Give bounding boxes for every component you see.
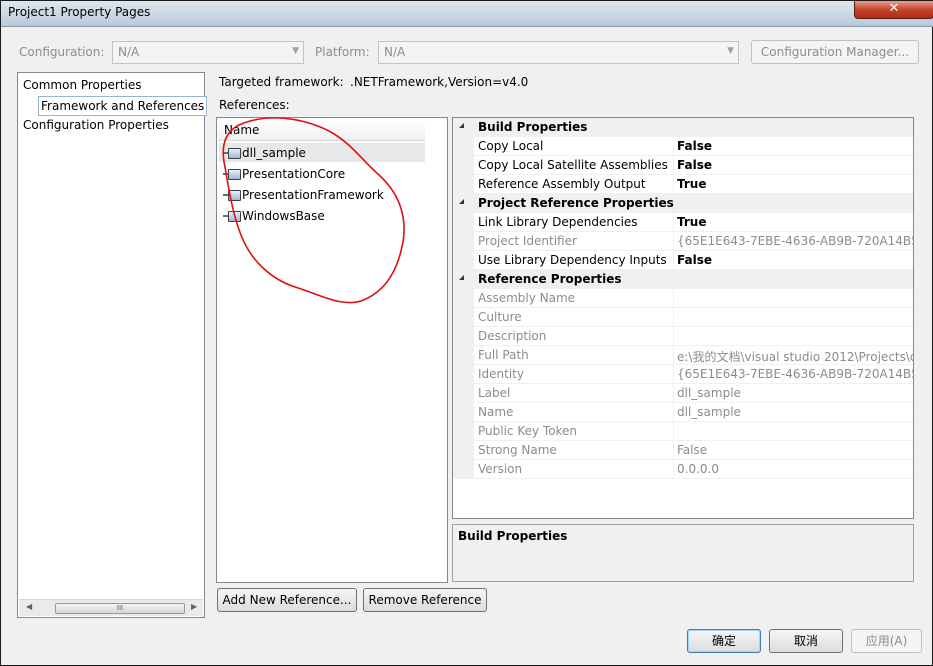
property-name: Description [478, 329, 547, 343]
title-bar[interactable]: Project1 Property Pages ✕ [1, 1, 933, 27]
property-value[interactable]: False [677, 158, 712, 172]
property-name: Reference Assembly Output [478, 177, 646, 191]
configuration-label: Configuration: [19, 45, 105, 59]
property-row[interactable]: Label dll_sample [453, 384, 913, 403]
collapse-icon[interactable] [459, 199, 464, 204]
ok-button[interactable]: 确定 [687, 629, 761, 653]
category-reference-properties[interactable]: Reference Properties [453, 270, 913, 289]
sidebar-item-framework-and-references[interactable]: Framework and References [38, 96, 208, 116]
property-value: False [677, 443, 708, 457]
property-row[interactable]: Identity {65E1E643-7EBE-4636-AB9B-720A14… [453, 365, 914, 384]
scroll-left-icon[interactable]: ◀ [26, 602, 32, 611]
property-name: Culture [478, 310, 522, 324]
property-value[interactable]: False [677, 139, 712, 153]
apply-button[interactable]: 应用(A) [851, 629, 922, 653]
property-row[interactable]: Full Path e:\我的文档\visual studio 2012\Pro… [453, 346, 914, 365]
property-value: 0.0.0.0 [677, 462, 719, 476]
property-name: Label [478, 386, 511, 400]
sidebar-tree: Common Properties Framework and Referenc… [17, 72, 208, 618]
property-value[interactable]: False [677, 253, 712, 267]
property-value: dll_sample [677, 405, 741, 419]
collapse-icon[interactable] [459, 275, 464, 280]
platform-value: N/A [384, 45, 406, 59]
references-label: References: [219, 98, 290, 112]
close-button[interactable]: ✕ [854, 1, 933, 19]
property-row[interactable]: Copy Local False [453, 137, 913, 156]
sidebar-horizontal-scrollbar[interactable]: ◀ III ▶ [19, 599, 203, 616]
window-title: Project1 Property Pages [8, 5, 151, 19]
collapse-icon[interactable] [459, 123, 464, 128]
targeted-framework-value: .NETFramework,Version=v4.0 [350, 75, 529, 89]
category-title: Project Reference Properties [478, 196, 674, 210]
configuration-select[interactable]: N/A ▼ [112, 41, 304, 64]
property-row[interactable]: Assembly Name [453, 289, 913, 308]
property-name: Copy Local [478, 139, 544, 153]
property-value[interactable]: True [677, 215, 706, 229]
category-project-reference-properties[interactable]: Project Reference Properties [453, 194, 913, 213]
property-value[interactable]: True [677, 177, 706, 191]
scroll-right-icon[interactable]: ▶ [191, 602, 197, 611]
category-title: Reference Properties [478, 272, 622, 286]
property-grid: Build Properties Copy Local False Copy L… [452, 117, 914, 519]
property-row[interactable]: Project Identifier {65E1E643-7EBE-4636-A… [453, 232, 914, 251]
property-row[interactable]: Description [453, 327, 913, 346]
remove-reference-button[interactable]: Remove Reference [363, 588, 487, 612]
property-row[interactable]: Reference Assembly Output True [453, 175, 913, 194]
property-description-panel: Build Properties [452, 524, 914, 582]
property-name: Name [478, 405, 514, 419]
property-row[interactable]: Link Library Dependencies True [453, 213, 913, 232]
property-value: e:\我的文档\visual studio 2012\Projects\d [677, 350, 914, 364]
property-row[interactable]: Culture [453, 308, 913, 327]
property-name: Assembly Name [478, 291, 576, 305]
property-pages-window: Project1 Property Pages ✕ Configuration:… [0, 0, 933, 666]
sidebar-item-common-properties[interactable]: Common Properties [23, 78, 142, 92]
property-row[interactable]: Copy Local Satellite Assemblies False [453, 156, 913, 175]
cancel-button[interactable]: 取消 [769, 629, 843, 653]
platform-select[interactable]: N/A ▼ [378, 41, 739, 64]
targeted-framework-label: Targeted framework: [219, 75, 344, 89]
platform-label: Platform: [315, 45, 370, 59]
description-title: Build Properties [458, 529, 568, 543]
property-name: Full Path [478, 348, 529, 362]
property-name: Strong Name [478, 443, 557, 457]
property-name: Identity [478, 367, 524, 381]
property-row[interactable]: Strong Name False [453, 441, 913, 460]
chevron-down-icon: ▼ [292, 46, 299, 56]
property-name: Use Library Dependency Inputs [478, 253, 667, 267]
chevron-down-icon: ▼ [727, 46, 734, 56]
scroll-thumb[interactable]: III [55, 603, 185, 614]
property-value: {65E1E643-7EBE-4636-AB9B-720A14B5B0 [677, 367, 914, 381]
property-value: {65E1E643-7EBE-4636-AB9B-720A14B5B0 [677, 234, 914, 248]
property-row[interactable]: Version 0.0.0.0 [453, 460, 913, 479]
property-name: Public Key Token [478, 424, 578, 438]
property-name: Project Identifier [478, 234, 577, 248]
category-title: Build Properties [478, 120, 588, 134]
property-row[interactable]: Use Library Dependency Inputs False [453, 251, 913, 270]
configuration-value: N/A [118, 45, 140, 59]
configuration-manager-button[interactable]: Configuration Manager... [751, 40, 919, 64]
add-new-reference-button[interactable]: Add New Reference... [217, 588, 357, 612]
category-build-properties[interactable]: Build Properties [453, 118, 913, 137]
property-name: Copy Local Satellite Assemblies [478, 158, 668, 172]
sidebar-item-configuration-properties[interactable]: Configuration Properties [23, 118, 169, 132]
property-name: Link Library Dependencies [478, 215, 638, 229]
property-name: Version [478, 462, 523, 476]
red-annotation-circle [222, 117, 405, 304]
property-row[interactable]: Name dll_sample [453, 403, 913, 422]
property-row[interactable]: Public Key Token [453, 422, 913, 441]
property-value: dll_sample [677, 386, 741, 400]
